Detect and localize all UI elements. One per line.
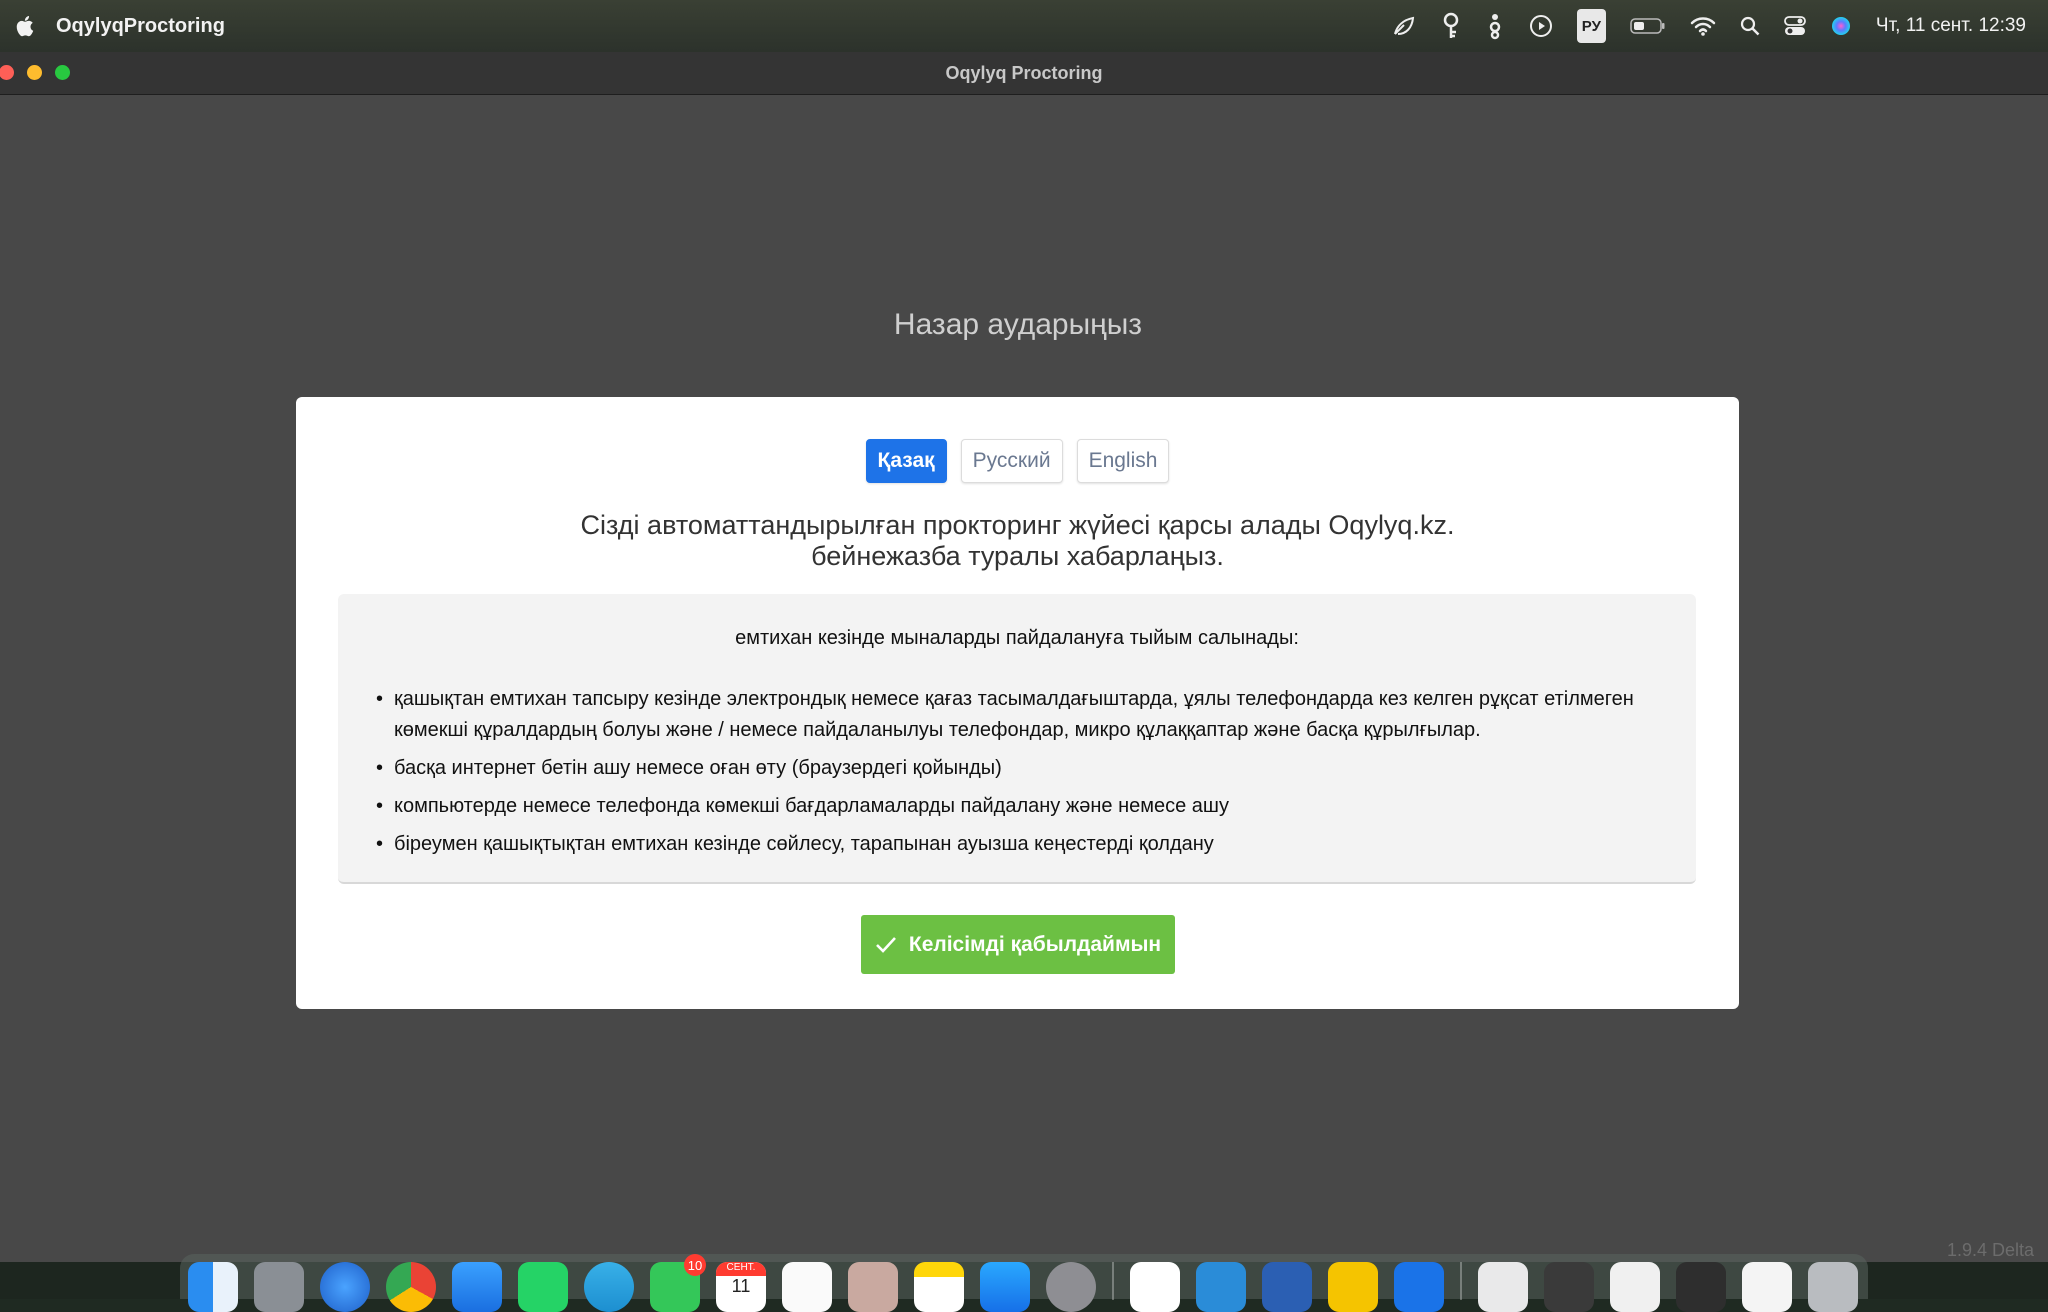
welcome-line-1: Сізді автоматтандырылған прокторинг жүйе… bbox=[580, 510, 1455, 540]
bullet-icon: • bbox=[376, 757, 384, 779]
proctoring-app-icon[interactable] bbox=[1196, 1262, 1246, 1312]
menu-clock[interactable]: Чт, 11 сент. 12:39 bbox=[1876, 15, 2026, 37]
vscode-icon[interactable] bbox=[1130, 1262, 1180, 1312]
rule-item: • басқа интернет бетін ашу немесе оған өт… bbox=[376, 753, 1664, 784]
bullet-icon: • bbox=[376, 795, 384, 817]
mail-icon[interactable] bbox=[452, 1262, 502, 1312]
language-switcher: Қазақ Русский English bbox=[296, 439, 1739, 483]
control-center-icon[interactable] bbox=[1784, 11, 1806, 41]
rule-item: • қашықтан емтихан тапсыру кезінде электр… bbox=[376, 684, 1664, 746]
screenshot-thumbnail-icon[interactable] bbox=[1676, 1262, 1726, 1312]
traffic-lights bbox=[0, 65, 70, 80]
rule-item: • біреумен қашықтықтан емтихан кезінде сө… bbox=[376, 829, 1664, 860]
word-icon[interactable] bbox=[1262, 1262, 1312, 1312]
welcome-line-2: бейнежазба туралы хабарлаңыз. bbox=[811, 541, 1224, 571]
page-title: Назар аударыңыз bbox=[893, 308, 1143, 341]
rules-list: • қашықтан емтихан тапсыру кезінде электр… bbox=[376, 684, 1664, 867]
siri-icon[interactable] bbox=[1830, 11, 1852, 41]
search-icon[interactable] bbox=[1740, 11, 1760, 41]
bullet-icon: • bbox=[376, 833, 384, 855]
folder-thumbnail-icon[interactable] bbox=[1544, 1262, 1594, 1312]
dock-separator bbox=[1460, 1262, 1462, 1300]
safari-icon[interactable] bbox=[320, 1262, 370, 1312]
language-button-kazakh[interactable]: Қазақ bbox=[865, 439, 947, 483]
keyboard-layout-indicator[interactable]: РУ bbox=[1576, 9, 1606, 43]
bullet-icon: • bbox=[376, 688, 384, 710]
accept-agreement-label: Келісімді қабылдаймын bbox=[908, 932, 1162, 956]
calendar-day: 11 bbox=[731, 1276, 751, 1296]
welcome-text: Сізді автоматтандырылған прокторинг жүйе… bbox=[296, 510, 1739, 572]
whatsapp-icon[interactable] bbox=[518, 1262, 568, 1312]
battery-icon[interactable] bbox=[1630, 11, 1666, 41]
finder-icon[interactable] bbox=[188, 1262, 238, 1312]
calendar-month: СЕНТ. bbox=[716, 1262, 766, 1276]
version-label: 1.9.4 Delta bbox=[1946, 1240, 2034, 1260]
minimize-window-button[interactable] bbox=[27, 65, 42, 80]
zoom-window-button[interactable] bbox=[55, 65, 70, 80]
document-thumbnail-icon[interactable] bbox=[1478, 1262, 1528, 1312]
rules-title: емтихан кезінде мыналарды пайдалануға ты… bbox=[735, 627, 1299, 649]
leaf-icon[interactable] bbox=[1391, 11, 1417, 41]
rules-panel: емтихан кезінде мыналарды пайдалануға ты… bbox=[338, 594, 1696, 884]
bitrix-icon[interactable] bbox=[1328, 1262, 1378, 1312]
window-thumbnail-icon[interactable] bbox=[1742, 1262, 1792, 1312]
spreadsheet-thumbnail-icon[interactable] bbox=[1610, 1262, 1660, 1312]
language-button-russian[interactable]: Русский bbox=[960, 439, 1063, 483]
launchpad-icon[interactable] bbox=[254, 1262, 304, 1312]
window-titlebar[interactable]: Oqylyq Proctoring bbox=[0, 52, 2048, 95]
facetime-icon[interactable]: 10 bbox=[650, 1254, 706, 1312]
accept-agreement-button[interactable]: Келісімді қабылдаймын bbox=[861, 915, 1175, 974]
reminders-icon[interactable] bbox=[782, 1262, 832, 1312]
agreement-card: Қазақ Русский English Сізді автоматтанды… bbox=[296, 397, 1739, 1009]
menu-app-name[interactable]: OqylyqProctoring bbox=[56, 15, 225, 38]
language-button-english[interactable]: English bbox=[1076, 439, 1170, 483]
notes-icon[interactable] bbox=[914, 1262, 964, 1312]
apple-icon[interactable] bbox=[16, 14, 38, 38]
window-title: Oqylyq Proctoring bbox=[945, 62, 1103, 83]
close-window-button[interactable] bbox=[0, 65, 14, 80]
books-icon[interactable] bbox=[1394, 1262, 1444, 1312]
telegram-icon[interactable] bbox=[584, 1262, 634, 1312]
system-settings-icon[interactable] bbox=[1046, 1262, 1096, 1312]
calendar-icon[interactable]: СЕНТ. 11 bbox=[716, 1262, 766, 1312]
notification-badge: 10 bbox=[684, 1254, 706, 1276]
dock-separator bbox=[1112, 1262, 1114, 1300]
menu-bar: OqylyqProctoring РУ Чт, 11 сент. 12:39 bbox=[0, 0, 2048, 52]
app-window: Oqylyq Proctoring Назар аударыңыз Қазақ … bbox=[0, 52, 2048, 1262]
app-store-icon[interactable] bbox=[980, 1262, 1030, 1312]
iphone-mirroring-icon[interactable] bbox=[848, 1262, 898, 1312]
play-icon[interactable] bbox=[1529, 11, 1553, 41]
chrome-icon[interactable] bbox=[386, 1262, 436, 1312]
key-icon[interactable] bbox=[1441, 11, 1461, 41]
rule-item: • компьютерде немесе телефонда көмекші ба… bbox=[376, 791, 1664, 822]
wifi-icon[interactable] bbox=[1690, 11, 1716, 41]
accessibility-icon[interactable] bbox=[1485, 11, 1505, 41]
dock: 10 СЕНТ. 11 bbox=[180, 1254, 1868, 1312]
checkmark-icon bbox=[875, 936, 896, 953]
trash-icon[interactable] bbox=[1808, 1262, 1858, 1312]
